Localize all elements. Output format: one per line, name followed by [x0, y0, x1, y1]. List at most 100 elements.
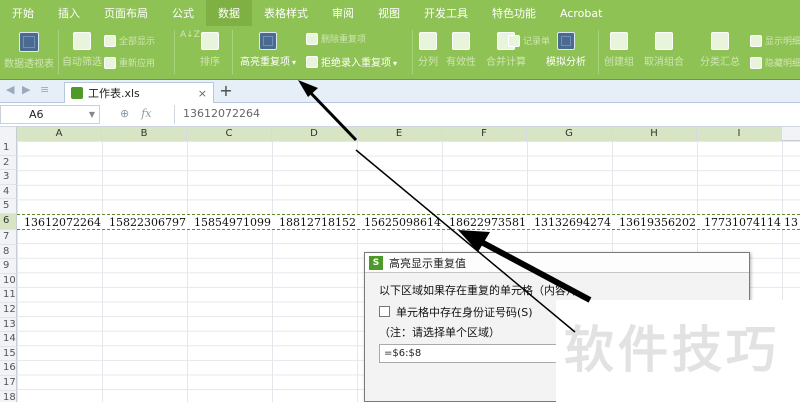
row-header[interactable]: 18 [0, 390, 17, 402]
zoom-icon[interactable]: ⊕ [120, 107, 129, 120]
pivot-table-button[interactable]: 数据透视表 [4, 32, 54, 70]
column-header[interactable]: H [612, 127, 697, 141]
ribbon-separator [598, 30, 599, 74]
row-header[interactable]: 2 [0, 155, 17, 171]
chevron-down-icon: ▾ [292, 58, 297, 67]
menu-data[interactable]: 数据 [206, 0, 252, 26]
menu-special[interactable]: 特色功能 [480, 0, 548, 26]
close-tab-icon[interactable]: × [198, 87, 207, 100]
menu-page-layout[interactable]: 页面布局 [92, 0, 160, 26]
tab-list-icon[interactable]: ≡ [40, 83, 49, 96]
fx-icon[interactable]: fx [141, 107, 151, 120]
sort-button[interactable]: 排序 [200, 32, 220, 68]
menu-developer[interactable]: 开发工具 [412, 0, 480, 26]
show-detail-button[interactable]: 显示明细 [750, 34, 800, 47]
id-number-checkbox-label: 单元格中存在身份证号码 [396, 306, 517, 319]
row-header[interactable]: 14 [0, 332, 17, 347]
row-header[interactable]: 15 [0, 346, 17, 362]
row-header[interactable]: 7 [0, 230, 17, 245]
subtotal-button[interactable]: 分类汇总 [700, 32, 740, 68]
column-header[interactable]: E [357, 127, 442, 141]
remove-duplicates-icon [306, 32, 318, 45]
hide-detail-button[interactable]: 隐藏明细 [750, 56, 800, 69]
column-header[interactable]: F [442, 127, 527, 141]
tab-workbook[interactable]: 工作表.xls × [64, 82, 214, 103]
menu-home[interactable]: 开始 [0, 0, 46, 26]
id-number-checkbox[interactable] [379, 306, 390, 317]
highlight-duplicates-button[interactable]: 高亮重复项 ▾ [240, 32, 296, 68]
row-header[interactable]: 1 [0, 141, 17, 156]
nav-forward-icon[interactable]: ▶ [22, 83, 30, 96]
cell-j6[interactable]: 13 [782, 215, 800, 230]
cell-b6[interactable]: 15822306797 [102, 215, 187, 230]
dialog-titlebar[interactable]: S 高亮显示重复值 [365, 253, 749, 273]
menu-review[interactable]: 审阅 [320, 0, 366, 26]
row-header[interactable]: 5 [0, 199, 17, 214]
row-header[interactable]: 9 [0, 259, 17, 274]
row-header[interactable]: 3 [0, 170, 17, 185]
reject-duplicates-label: 拒绝录入重复项 ▾ [321, 58, 398, 69]
cell-e6[interactable]: 15625098614 [357, 215, 442, 230]
simulate-analysis-button[interactable]: 模拟分析 [546, 32, 586, 68]
row-header[interactable]: 11 [0, 288, 17, 303]
column-header[interactable]: G [527, 127, 612, 141]
row-header[interactable]: 4 [0, 184, 17, 200]
row-header[interactable]: 10 [0, 273, 17, 289]
cell-h6[interactable]: 13619356202 [612, 215, 697, 230]
reject-duplicates-button[interactable]: 拒绝录入重复项 ▾ [306, 54, 397, 69]
cell-f6[interactable]: 18622973581 [442, 215, 527, 230]
pivot-table-icon [19, 32, 39, 52]
menu-table-style[interactable]: 表格样式 [252, 0, 320, 26]
chevron-down-icon[interactable]: ▼ [89, 106, 95, 123]
name-box[interactable]: A6 ▼ [0, 105, 100, 124]
subtotal-label: 分类汇总 [700, 57, 740, 68]
pivot-table-label: 数据透视表 [4, 59, 54, 70]
add-tab-button[interactable]: + [216, 82, 236, 102]
cell-g6[interactable]: 13132694274 [527, 215, 612, 230]
dialog-note: （注：请选择单个区域） [379, 326, 500, 339]
sort-az-button[interactable]: A↓Z [180, 30, 200, 48]
id-number-checkbox-row[interactable]: 单元格中存在身份证号码(S) [379, 304, 533, 320]
create-group-button[interactable]: 创建组 [604, 32, 634, 68]
selected-row-6[interactable]: 13612072264 15822306797 15854971099 1881… [17, 214, 800, 230]
sort-az-icon: A↓Z [180, 30, 200, 40]
record-sheet-button[interactable]: 记录单 [508, 34, 550, 47]
column-headers: A B C D E F G H I [0, 127, 800, 141]
ungroup-button[interactable]: 取消组合 [644, 32, 684, 68]
cell-a6[interactable]: 13612072264 [17, 215, 102, 230]
merge-calc-label: 合并计算 [486, 57, 526, 68]
column-header[interactable]: C [187, 127, 272, 141]
split-column-label: 分列 [418, 57, 438, 68]
dialog-title: 高亮显示重复值 [389, 256, 466, 270]
reapply-button[interactable]: 重新应用 [104, 56, 155, 69]
column-header[interactable]: I [697, 127, 782, 141]
cell-i6[interactable]: 17731074114 [697, 215, 782, 230]
cell-c6[interactable]: 15854971099 [187, 215, 272, 230]
autofilter-button[interactable]: 自动筛选 [62, 32, 102, 68]
create-group-label: 创建组 [604, 57, 634, 68]
menu-acrobat[interactable]: Acrobat [548, 0, 614, 26]
row-header[interactable]: 12 [0, 303, 17, 318]
menu-insert[interactable]: 插入 [46, 0, 92, 26]
ungroup-icon [655, 32, 673, 50]
split-column-button[interactable]: 分列 [418, 32, 438, 68]
show-all-button[interactable]: 全部显示 [104, 34, 155, 47]
validity-button[interactable]: 有效性 [446, 32, 476, 68]
menu-formulas[interactable]: 公式 [160, 0, 206, 26]
row-header-selected[interactable]: 6 [0, 214, 17, 230]
formula-input[interactable]: 13612072264 [174, 105, 800, 124]
row-header[interactable]: 8 [0, 244, 17, 260]
remove-duplicates-button[interactable]: 删除重复项 [306, 32, 366, 45]
select-all-corner[interactable] [0, 127, 17, 141]
row-header[interactable]: 17 [0, 376, 17, 391]
nav-back-icon[interactable]: ◀ [6, 83, 14, 96]
row-header[interactable]: 16 [0, 361, 17, 376]
column-header[interactable]: D [272, 127, 357, 141]
cell-d6[interactable]: 18812718152 [272, 215, 357, 230]
column-header[interactable]: B [102, 127, 187, 141]
reject-duplicates-icon [306, 55, 318, 68]
row-header[interactable]: 13 [0, 317, 17, 333]
column-header[interactable]: A [17, 127, 102, 141]
menu-view[interactable]: 视图 [366, 0, 412, 26]
highlight-duplicates-icon [259, 32, 277, 50]
